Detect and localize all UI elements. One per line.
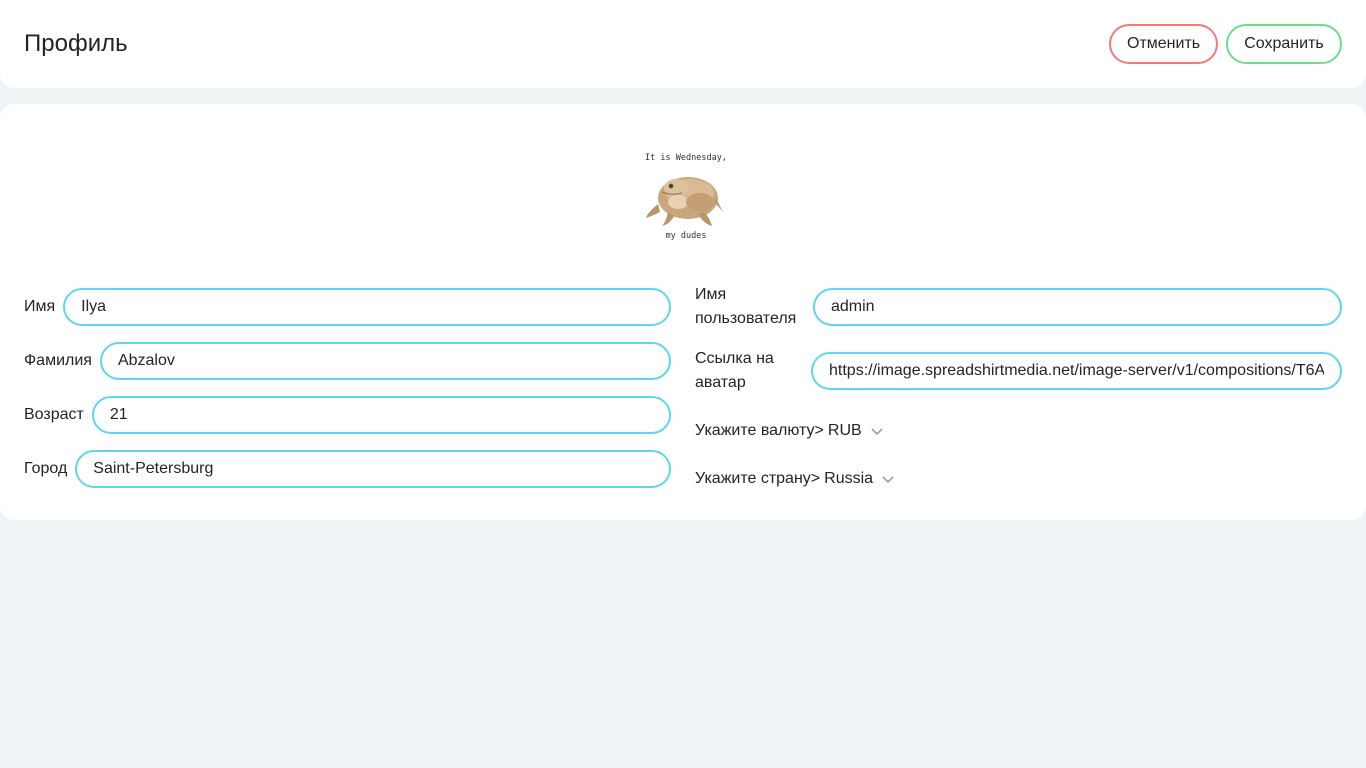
avatar-caption-top: It is Wednesday, [645, 153, 727, 163]
chevron-down-icon [870, 424, 884, 438]
right-column: Имя пользователя Ссылка на аватар Укажит… [695, 286, 1342, 491]
last-name-field: Фамилия [24, 342, 671, 380]
last-name-label: Фамилия [24, 352, 92, 369]
username-field: Имя пользователя [695, 283, 1342, 331]
first-name-label: Имя [24, 298, 56, 315]
frog-avatar-image: It is Wednesday, my dudes [638, 148, 734, 244]
header-bar: Профиль Отменить Сохранить [0, 0, 1366, 88]
username-label: Имя пользователя [695, 286, 797, 327]
country-label: Укажите страну> [695, 470, 821, 487]
city-input[interactable] [75, 450, 671, 488]
avatar-url-field: Ссылка на аватар [695, 347, 1342, 395]
currency-select[interactable]: Укажите валюту> RUB [695, 419, 1342, 443]
avatar-caption-bottom: my dudes [666, 231, 707, 241]
city-label: Город [24, 460, 68, 477]
header-actions: Отменить Сохранить [1109, 24, 1342, 64]
country-value: Russia [824, 470, 874, 487]
age-field: Возраст [24, 396, 671, 434]
age-input[interactable] [91, 396, 671, 434]
age-label: Возраст [24, 406, 84, 423]
chevron-down-icon [881, 472, 895, 486]
first-name-input[interactable] [63, 288, 671, 326]
avatar: It is Wednesday, my dudes [638, 148, 734, 244]
save-button[interactable]: Сохранить [1226, 24, 1342, 64]
profile-card: It is Wednesday, my dudes Имя Фамилия [0, 104, 1366, 520]
city-field: Город [24, 450, 671, 488]
cancel-button[interactable]: Отменить [1109, 24, 1218, 64]
left-column: Имя Фамилия Возраст Город [24, 288, 671, 504]
last-name-input[interactable] [99, 342, 671, 380]
currency-label: Укажите валюту> [695, 422, 824, 439]
avatar-url-label: Ссылка на аватар [695, 350, 774, 391]
country-select[interactable]: Укажите страну> Russia [695, 467, 1342, 491]
username-input[interactable] [813, 288, 1342, 326]
page-title: Профиль [24, 30, 128, 57]
currency-value: RUB [827, 422, 862, 439]
first-name-field: Имя [24, 288, 671, 326]
avatar-url-input[interactable] [811, 352, 1342, 390]
